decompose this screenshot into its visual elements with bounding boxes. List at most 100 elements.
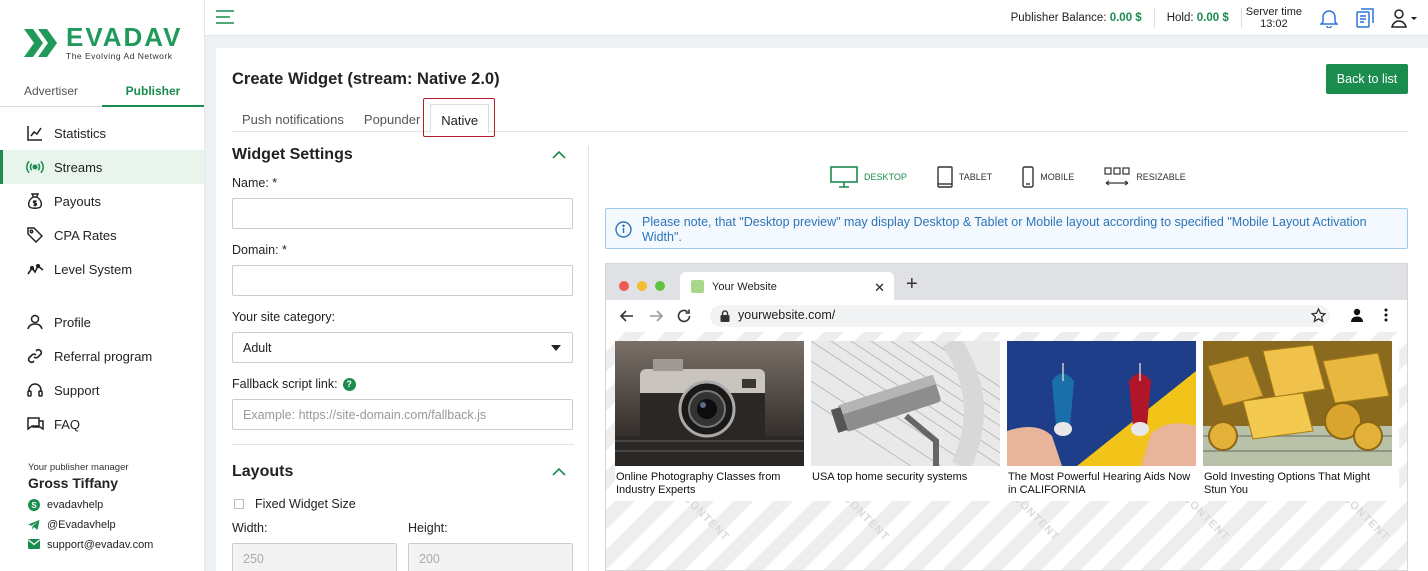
sidebar-item-label: Profile [54, 314, 91, 330]
help-icon[interactable]: ? [342, 378, 356, 391]
page-title: Create Widget (stream: Native 2.0) [232, 70, 500, 88]
link-icon [26, 347, 44, 365]
native-ad-card[interactable]: USA top home security systems [811, 341, 1000, 501]
sidebar-item-label: FAQ [54, 416, 81, 432]
main-card: Create Widget (stream: Native 2.0) Back … [216, 48, 1428, 571]
sidebar-item-profile[interactable]: Profile [0, 305, 204, 339]
native-ad-card[interactable]: The Most Powerful Hearing Aids Now in CA… [1007, 341, 1196, 501]
domain-input[interactable] [232, 265, 573, 296]
width-label: Width: [232, 521, 268, 535]
address-bar: yourwebsite.com/ [710, 305, 1330, 327]
new-tab-icon: + [906, 273, 918, 295]
chevron-up-icon[interactable] [552, 151, 566, 159]
logo[interactable]: EVADAV The Evolving Ad Network [24, 24, 183, 61]
fixed-size-checkbox-row[interactable]: Fixed Widget Size [232, 497, 574, 511]
forward-arrow-icon [650, 310, 664, 322]
widget-form: Widget Settings Name: * Domain: * Your s… [232, 144, 574, 571]
device-mobile[interactable]: MOBILE [1022, 166, 1074, 188]
account-menu-icon[interactable] [1390, 7, 1418, 29]
domain-label: Domain: * [232, 243, 287, 257]
sidebar-item-streams[interactable]: Streams [0, 150, 204, 184]
mail-icon [28, 539, 40, 551]
bell-icon[interactable] [1318, 7, 1340, 29]
width-input[interactable]: 250 [232, 543, 397, 571]
manager-name: Gross Tiffany [28, 475, 118, 491]
device-desktop[interactable]: DESKTOP [830, 166, 907, 188]
ad-title: The Most Powerful Hearing Aids Now in CA… [1008, 471, 1191, 496]
telegram-icon [28, 519, 40, 531]
publisher-balance: Publisher Balance: 0.00 $ [1010, 12, 1142, 24]
height-label: Height: [408, 521, 448, 535]
caret-down-icon [551, 345, 561, 351]
height-input[interactable]: 200 [408, 543, 573, 571]
mobile-icon [1022, 166, 1034, 188]
manager-telegram[interactable]: @Evadavhelp [28, 519, 153, 531]
ad-image-hearing-aids [1007, 341, 1196, 466]
device-tablet[interactable]: TABLET [937, 166, 992, 188]
tab-publisher[interactable]: Publisher [102, 76, 204, 107]
documents-icon[interactable] [1354, 7, 1376, 29]
widget-settings-header[interactable]: Widget Settings [232, 144, 574, 166]
device-resizable[interactable]: RESIZABLE [1104, 166, 1186, 188]
minimize-dot-icon [637, 281, 647, 291]
manager-skype[interactable]: S evadavhelp [28, 499, 153, 511]
native-ad-strip: Online Photography Classes from Industry… [615, 341, 1399, 501]
name-input[interactable] [232, 198, 573, 229]
skype-icon: S [28, 499, 40, 511]
sidebar-item-payouts[interactable]: Payouts [0, 184, 204, 218]
sidebar-item-label: CPA Rates [54, 227, 117, 243]
close-icon: ✕ [874, 280, 885, 295]
fallback-script-input[interactable]: Example: https://site-domain.com/fallbac… [232, 399, 573, 430]
info-icon [615, 221, 632, 242]
manager-email[interactable]: support@evadav.com [28, 539, 153, 551]
chevron-up-icon[interactable] [552, 468, 566, 476]
name-label: Name: * [232, 176, 278, 190]
ad-title: Online Photography Classes from Industry… [616, 471, 781, 496]
layouts-header[interactable]: Layouts [232, 461, 574, 483]
sidebar-item-label: Support [54, 382, 100, 398]
close-dot-icon [619, 281, 629, 291]
ad-image-security-camera [811, 341, 1000, 466]
money-bag-icon [26, 192, 44, 210]
sidebar-item-level-system[interactable]: Level System [0, 252, 204, 286]
sidebar-item-label: Streams [54, 159, 103, 175]
fixed-size-checkbox[interactable] [234, 499, 244, 509]
desktop-icon [830, 166, 858, 188]
browser-tab: Your Website ✕ [680, 272, 894, 301]
active-tab-highlight [423, 98, 495, 137]
native-ad-card[interactable]: Online Photography Classes from Industry… [615, 341, 804, 501]
fallback-label: Fallback script link:? [232, 377, 574, 391]
sidebar-item-cpa-rates[interactable]: CPA Rates [0, 218, 204, 252]
user-icon [26, 313, 44, 331]
sidebar-item-support[interactable]: Support [0, 373, 204, 407]
sidebar-item-faq[interactable]: FAQ [0, 407, 204, 441]
sidebar: EVADAV The Evolving Ad Network Advertise… [0, 0, 205, 571]
server-time: Server time 13:02 [1245, 6, 1302, 30]
browser-preview: Your Website ✕ + yourwebsite.com/ CONTEN… [605, 263, 1408, 571]
tab-popunder[interactable]: Popunder [354, 104, 430, 131]
favicon-icon [691, 280, 704, 293]
menu-toggle-icon[interactable] [215, 9, 235, 25]
role-tabs: Advertiser Publisher [0, 76, 204, 107]
sidebar-item-label: Level System [54, 261, 133, 277]
tab-push-notifications[interactable]: Push notifications [232, 104, 354, 131]
trend-icon [26, 260, 44, 278]
native-ad-card[interactable]: Gold Investing Options That Might Stun Y… [1203, 341, 1392, 501]
site-category-select[interactable]: Adult [232, 332, 573, 363]
tab-advertiser[interactable]: Advertiser [0, 76, 102, 107]
brand-name: EVADAV [66, 22, 183, 52]
ad-title: USA top home security systems [812, 471, 968, 483]
star-icon [1311, 308, 1326, 323]
section-title: Layouts [232, 463, 294, 480]
hold-balance: Hold: 0.00 $ [1166, 12, 1229, 24]
sidebar-item-referral[interactable]: Referral program [0, 339, 204, 373]
logo-mark-icon [24, 26, 62, 60]
publisher-manager: Your publisher manager Gross Tiffany S e… [28, 462, 153, 551]
back-arrow-icon [619, 310, 633, 322]
sidebar-item-label: Referral program [54, 348, 153, 364]
back-to-list-button[interactable]: Back to list [1326, 64, 1408, 94]
sidebar-item-label: Payouts [54, 193, 101, 209]
device-selector: DESKTOP TABLET MOBILE RESIZABLE [830, 166, 1216, 188]
sidebar-item-statistics[interactable]: Statistics [0, 116, 204, 150]
manager-caption: Your publisher manager [28, 462, 129, 473]
